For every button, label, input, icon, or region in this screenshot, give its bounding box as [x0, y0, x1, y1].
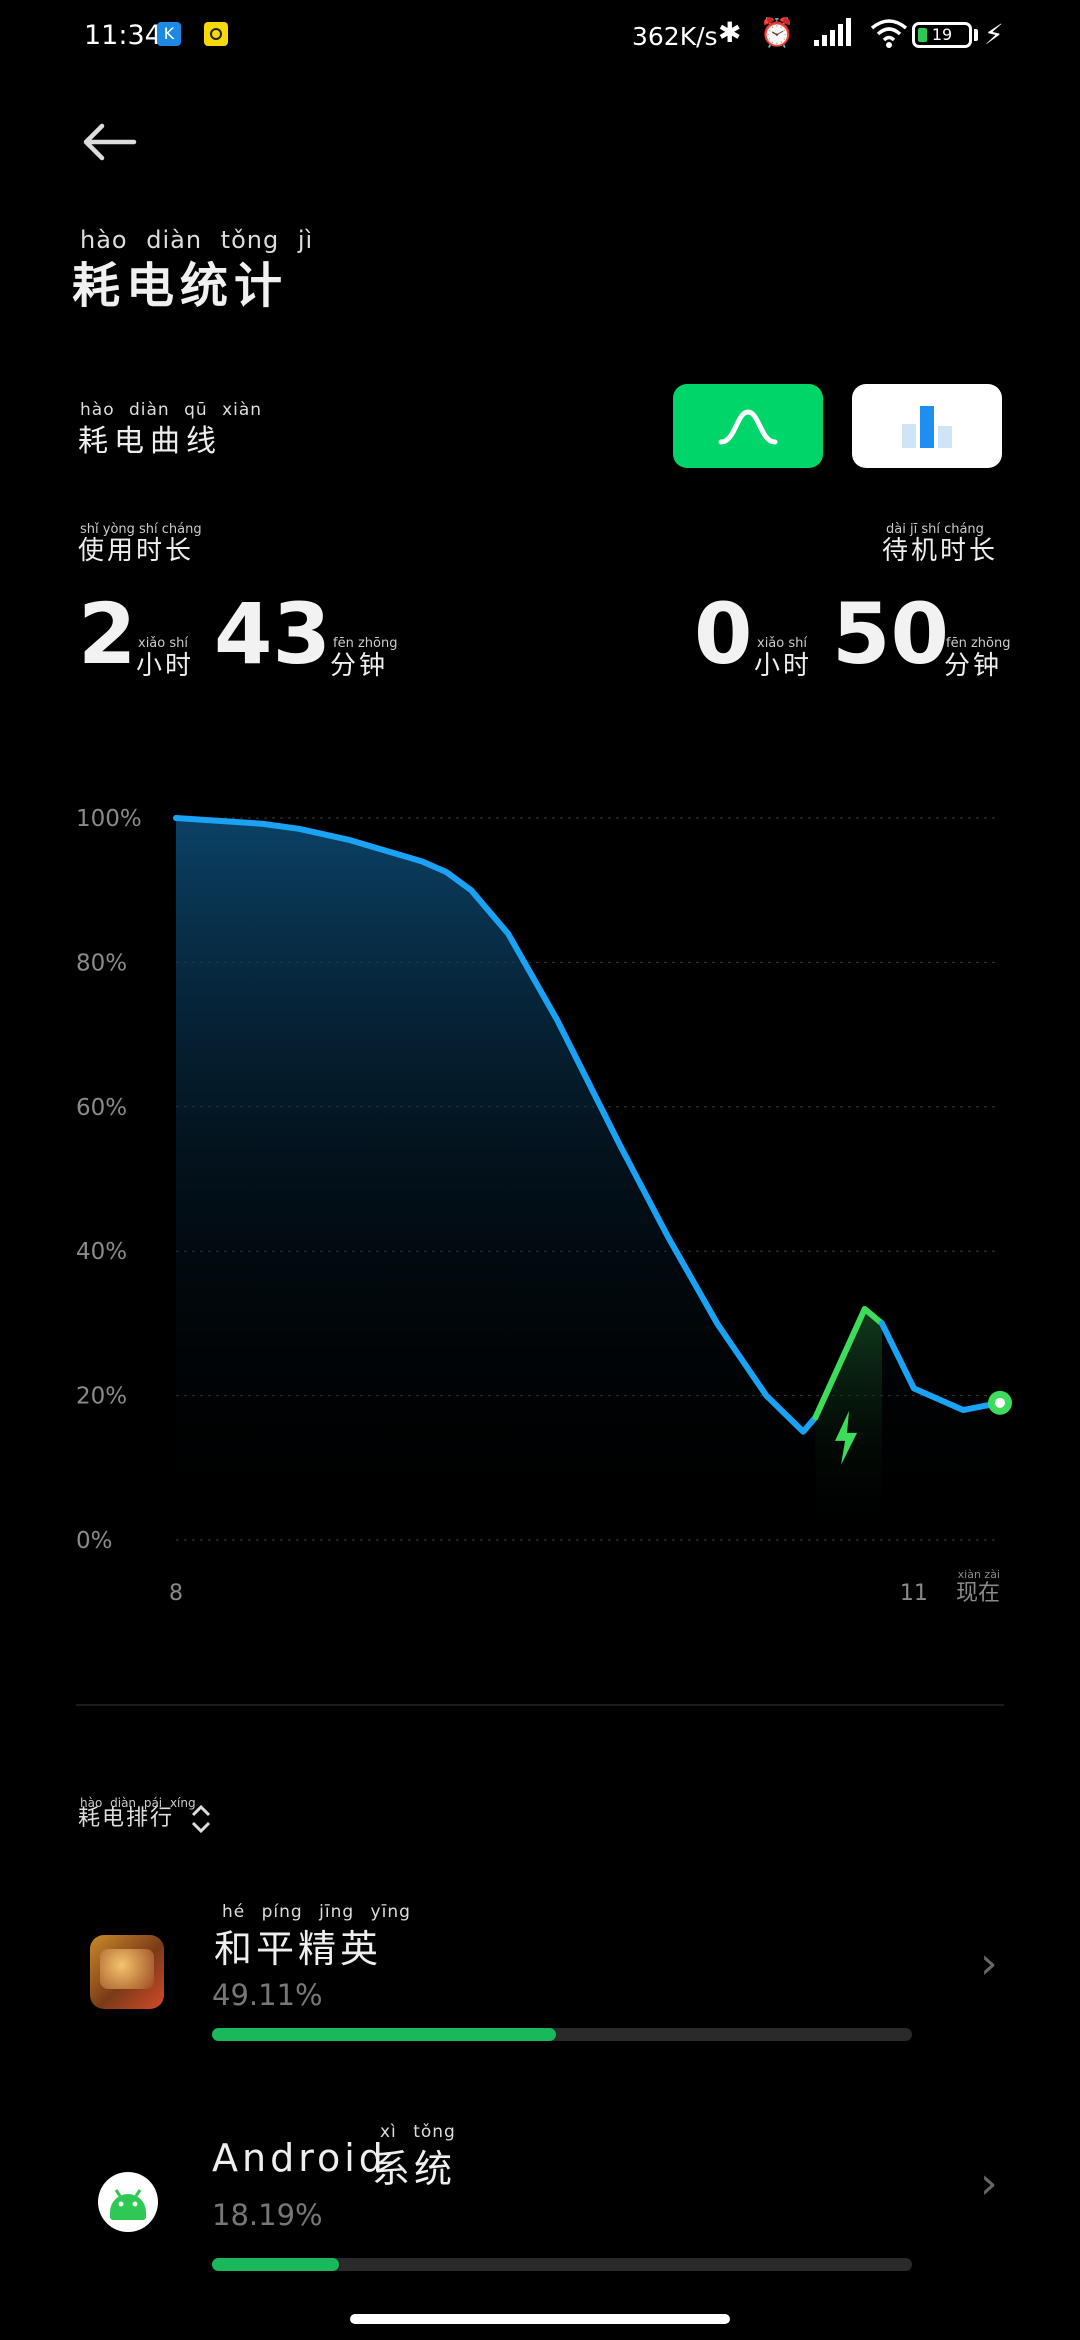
x-now-pinyin: xiàn zài — [958, 1568, 1000, 1581]
home-indicator[interactable] — [350, 2314, 730, 2324]
ranking-sort-toggle[interactable]: 耗电排行 — [78, 1800, 213, 1836]
ranking-label: 耗电排行 — [78, 1806, 175, 1831]
android-icon — [98, 2172, 158, 2232]
notification-app-icon: K — [157, 22, 181, 46]
app-percent: 18.19% — [212, 2198, 323, 2232]
bluetooth-icon: ✱ — [718, 16, 742, 49]
y-tick-label: 20% — [76, 1384, 127, 1410]
status-time: 11:34 — [84, 20, 162, 51]
bar-chart-icon — [902, 406, 952, 448]
app-row-peace-elite[interactable]: hé píng jīng yīng 和平精英 49.11% › — [0, 1880, 1080, 2060]
battery-chart: 100% 80% 60% 40% 20% 0% 8 11 现在xiàn zài — [76, 806, 1012, 1606]
status-icons: ✱ ⏰ — [718, 16, 908, 49]
standby-label: 待机时长 — [882, 536, 999, 566]
charging-bolt-icon: ⚡ — [984, 18, 1004, 51]
app-name-prefix: Android — [212, 2136, 387, 2180]
notification-yellow-icon — [204, 22, 228, 46]
y-tick-label: 60% — [76, 1095, 127, 1121]
alarm-icon: ⏰ — [759, 16, 795, 49]
chart-y-axis: 100% 80% 60% 40% 20% 0% — [76, 806, 142, 1554]
chart-x-axis: 8 11 现在xiàn zài — [169, 1568, 1000, 1606]
app-name: 系统 — [372, 2147, 457, 2191]
battery-icon: 19 — [912, 22, 972, 48]
signal-icon — [814, 17, 852, 46]
app-name: 和平精英 — [214, 1927, 383, 1971]
standby-hours: 0 — [694, 585, 753, 683]
y-tick-label: 40% — [76, 1239, 127, 1265]
battery-nub — [974, 29, 978, 41]
x-tick-label: 8 — [169, 1581, 183, 1606]
standby-minutes: 50 — [832, 585, 949, 683]
usage-bar-fill — [212, 2028, 556, 2041]
usage-bar-fill — [212, 2258, 340, 2271]
y-tick-label: 0% — [76, 1528, 113, 1554]
chevron-right-icon: › — [980, 2158, 998, 2209]
usage-hours: 2 — [78, 585, 137, 683]
y-tick-label: 100% — [76, 806, 142, 832]
curve-icon — [718, 409, 778, 445]
battery-level: 19 — [931, 25, 953, 44]
page-title: 耗电统计 — [72, 258, 289, 314]
usage-bar-track — [212, 2258, 912, 2271]
usage-minutes: 43 — [214, 585, 331, 683]
divider — [76, 1704, 1004, 1706]
usage-bar-track — [212, 2028, 912, 2041]
network-speed: 362K/s — [632, 22, 718, 51]
usage-label: 使用时长 — [78, 536, 195, 566]
app-row-android-system[interactable]: Android xì tǒng 系统 18.19% › — [0, 2110, 1080, 2290]
curve-view-button[interactable] — [673, 384, 823, 468]
wifi-icon — [871, 18, 908, 48]
section-label: 耗电曲线 — [78, 424, 222, 459]
app-icon-game — [90, 1935, 164, 2009]
standby-minutes-unit: 分钟 — [944, 651, 1003, 681]
x-tick-label: 现在 — [956, 1581, 1000, 1606]
y-tick-label: 80% — [76, 950, 127, 976]
standby-hours-unit: 小时 — [754, 651, 813, 681]
usage-hours-unit: 小时 — [136, 651, 195, 681]
app-percent: 49.11% — [212, 1978, 323, 2012]
bar-view-button[interactable] — [852, 384, 1002, 468]
back-arrow-icon[interactable] — [80, 112, 140, 172]
x-tick-label: 11 — [900, 1581, 928, 1606]
sort-icon — [191, 1804, 211, 1834]
chevron-right-icon: › — [980, 1938, 998, 1989]
usage-minutes-unit: 分钟 — [330, 651, 389, 681]
current-point-center — [995, 1397, 1005, 1408]
